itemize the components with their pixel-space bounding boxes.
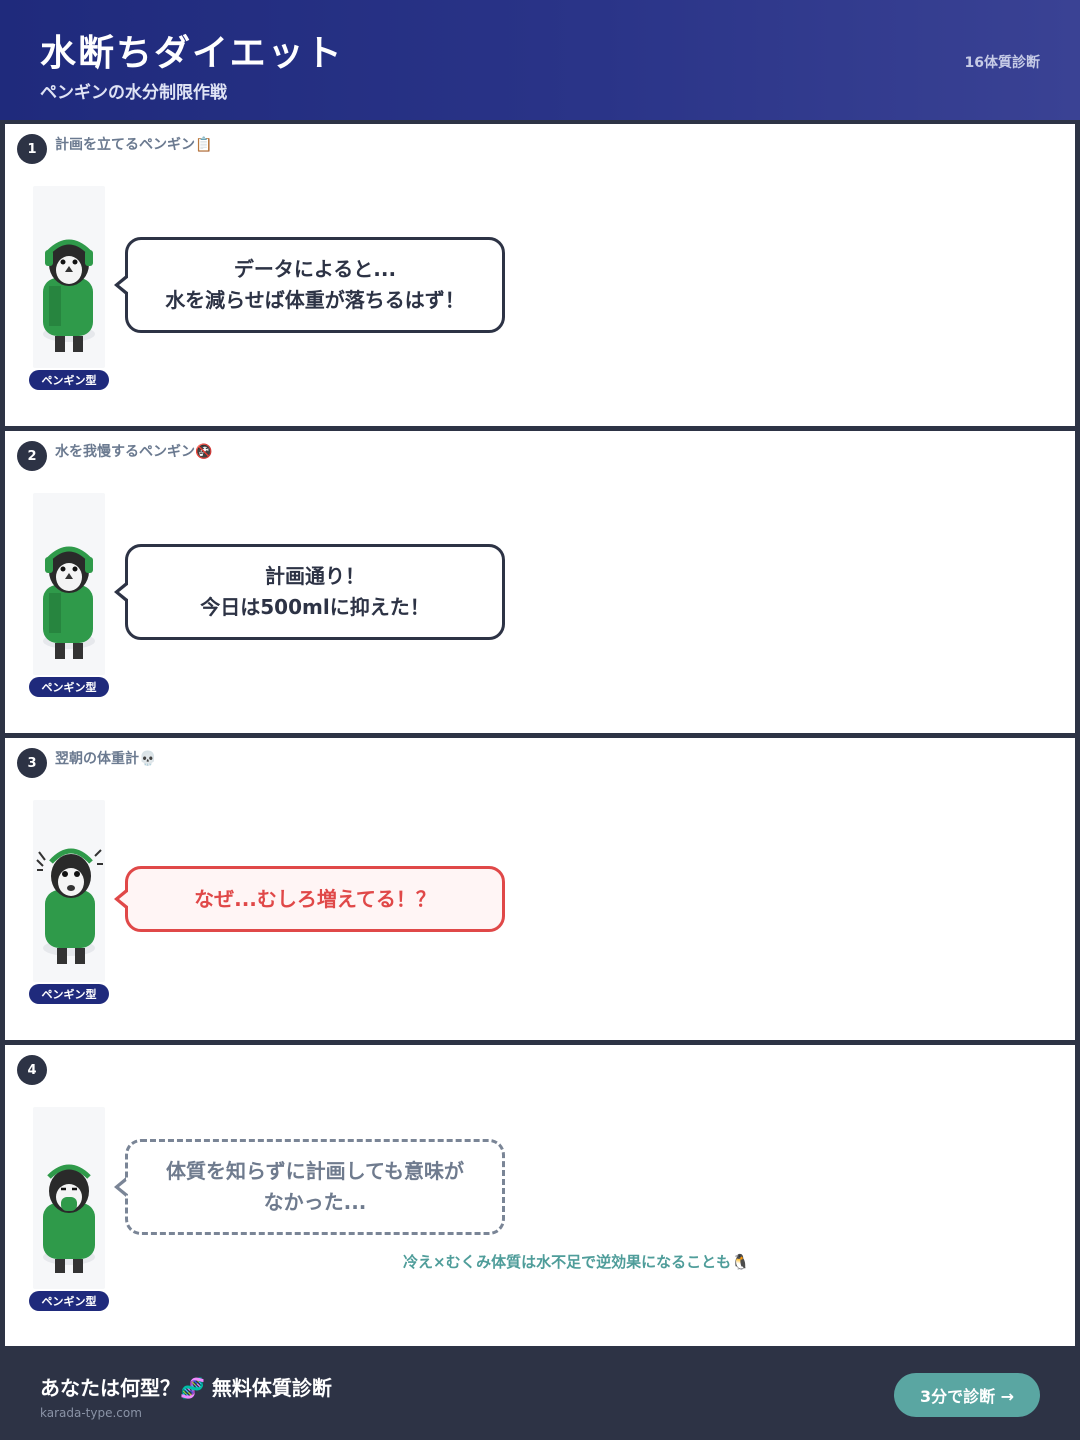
page-subtitle: ペンギンの水分制限作戦 <box>40 83 227 103</box>
panel-number: 3 <box>17 748 47 778</box>
panel-number: 1 <box>17 134 47 164</box>
page-header: 水断ちダイエット ペンギンの水分制限作戦 16体質診断 <box>0 0 1080 120</box>
penguin-character-image <box>33 1107 105 1289</box>
panel-caption: 計画を立てるペンギン📋 <box>55 137 213 153</box>
panel-caption: 水を我慢するペンギン🚱 <box>55 444 213 460</box>
speech-line: 水を減らせば体重が落ちるはず！ <box>165 288 465 312</box>
character-type-tag: ペンギン型 <box>29 1291 109 1311</box>
speech-bubble-alert: なぜ...むしろ増えてる！？ <box>114 866 505 932</box>
penguin-character-image <box>33 186 105 368</box>
comic-panel-2: 2 水を我慢するペンギン🚱 ペンギン型 計画通り！ 今日は500mlに抑えた！ <box>5 431 1075 733</box>
speech-line: データによると... <box>233 257 397 281</box>
speech-line: 今日は500mlに抑えた！ <box>200 595 430 619</box>
page-title: 水断ちダイエット <box>40 33 344 74</box>
character-type-tag: ペンギン型 <box>29 677 109 697</box>
cta-title: あなたは何型？🧬 無料体質診断 <box>40 1376 332 1400</box>
start-diagnosis-button[interactable]: 3分で診断 → <box>894 1373 1040 1417</box>
brand-label: 16体質診断 <box>964 55 1040 71</box>
penguin-character-image <box>33 493 105 675</box>
comic-panel-3: 3 翌朝の体重計💀 ペンギン型 なぜ...むしろ増えてる！？ <box>5 738 1075 1040</box>
speech-line: なぜ...むしろ増えてる！？ <box>194 886 436 911</box>
comic-panel-1: 1 計画を立てるペンギン📋 ペンギン型 データによると... 水を減らせば体重が… <box>5 124 1075 426</box>
speech-line: 体質を知らずに計画しても意味が <box>166 1159 464 1183</box>
tip-note: 冷え×むくみ体質は水不足で逆効果になることも🐧 <box>403 1253 750 1271</box>
panel-number: 4 <box>17 1055 47 1085</box>
comic-panel-4: 4 ペンギン型 体質を知らずに計画しても意味が なかった... 冷え×むくみ体質… <box>5 1045 1075 1347</box>
speech-line: 計画通り！ <box>264 564 365 588</box>
panel-caption: 翌朝の体重計💀 <box>55 751 157 767</box>
penguin-character-image <box>33 800 105 982</box>
character-type-tag: ペンギン型 <box>29 370 109 390</box>
thought-bubble: 体質を知らずに計画しても意味が なかった... <box>114 1139 505 1235</box>
footer-cta-bar: あなたは何型？🧬 無料体質診断 karada-type.com 3分で診断 → <box>0 1346 1080 1440</box>
speech-line: なかった... <box>263 1190 367 1214</box>
speech-bubble: データによると... 水を減らせば体重が落ちるはず！ <box>114 237 505 333</box>
panel-number: 2 <box>17 441 47 471</box>
speech-bubble: 計画通り！ 今日は500mlに抑えた！ <box>114 544 505 640</box>
site-domain: karada-type.com <box>40 1406 142 1420</box>
character-type-tag: ペンギン型 <box>29 984 109 1004</box>
